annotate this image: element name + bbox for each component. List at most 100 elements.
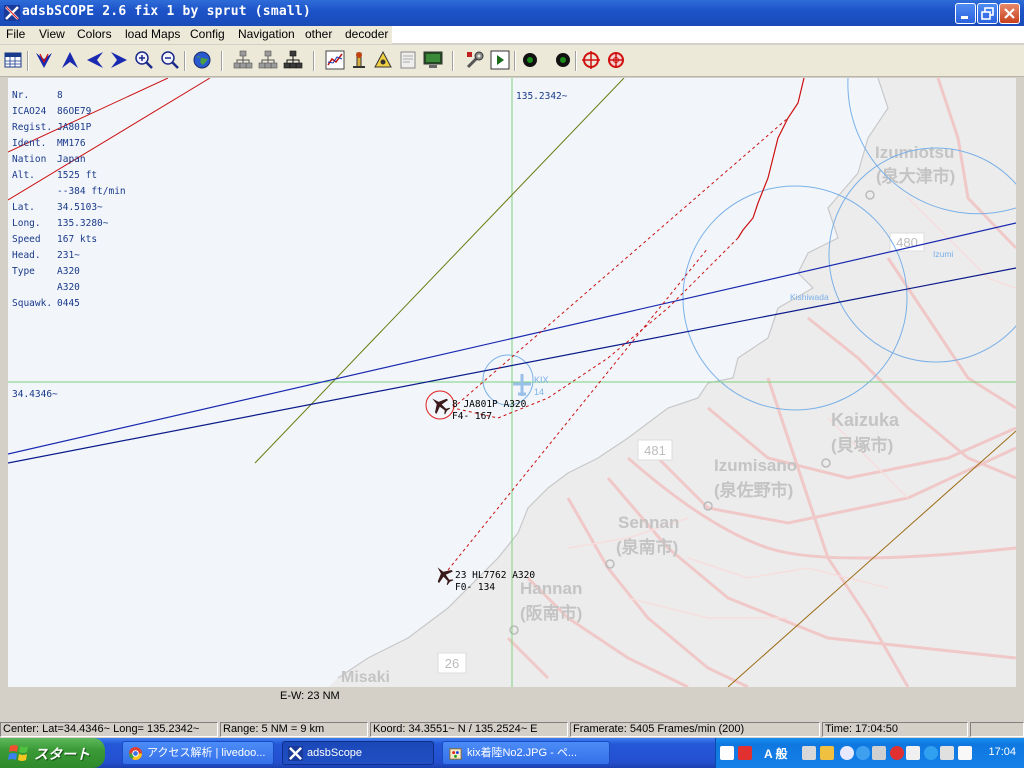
- network-icon: [283, 50, 303, 69]
- minimize-button[interactable]: [955, 3, 976, 24]
- zoom-out-icon: [161, 51, 179, 69]
- info-label: Squawk.: [12, 298, 53, 309]
- menu-other[interactable]: other: [305, 27, 332, 41]
- tray-icon-2[interactable]: [820, 746, 834, 760]
- restore-button[interactable]: [977, 3, 998, 24]
- task-adsbscope-label: adsbScope: [307, 747, 363, 759]
- map-canvas[interactable]: 480 481 26 Izumiotsu (泉大津市) Kaizuka (貝塚市…: [8, 78, 1016, 687]
- restore-icon: [981, 7, 994, 20]
- radar-button[interactable]: [348, 49, 370, 71]
- tray-icon-6[interactable]: [890, 746, 904, 760]
- info-label: Nation: [12, 154, 47, 165]
- menu-file[interactable]: File: [6, 27, 25, 41]
- arrow-left-icon: [87, 52, 103, 68]
- play-button[interactable]: [489, 49, 511, 71]
- track-aircraft-1-solid: [737, 78, 805, 239]
- network-button-3[interactable]: [282, 49, 304, 71]
- move-right-button[interactable]: [108, 49, 130, 71]
- aircraft-icon: [432, 398, 451, 415]
- table-button[interactable]: [2, 49, 24, 71]
- windows-logo-icon: [8, 745, 28, 761]
- svg-text:14: 14: [534, 387, 544, 397]
- place-sennan: Sennan: [618, 513, 679, 532]
- network-icon: [258, 50, 278, 69]
- table-icon: [4, 52, 22, 68]
- tray-icon-3[interactable]: [840, 746, 854, 760]
- place-hannan-jp: (阪南市): [520, 603, 582, 623]
- tray-icon-8[interactable]: [924, 746, 938, 760]
- aircraft-2-alt: F0- 134: [455, 582, 495, 593]
- alert-button[interactable]: [372, 49, 394, 71]
- zoom-in-button[interactable]: [133, 49, 155, 71]
- info-label: Regist.: [12, 122, 53, 133]
- menu-colors[interactable]: Colors: [77, 27, 112, 41]
- tray-icon-4[interactable]: [856, 746, 870, 760]
- menu-config[interactable]: Config: [190, 27, 225, 41]
- document-button[interactable]: [397, 49, 419, 71]
- tray-icon-9[interactable]: [940, 746, 954, 760]
- status-empty: [970, 722, 1024, 737]
- target-button-1[interactable]: [580, 49, 602, 71]
- task-browser[interactable]: アクセス解析 | livedoo...: [122, 741, 274, 765]
- window-title: adsbSCOPE 2.6 fix 1 by sprut (small): [22, 4, 311, 19]
- place-izumisano: Izumisano: [714, 456, 797, 475]
- move-down-button[interactable]: [33, 49, 55, 71]
- menu-decoder[interactable]: decoder: [345, 27, 388, 41]
- task-adsbscope[interactable]: adsbScope: [282, 741, 434, 765]
- move-up-button[interactable]: [59, 49, 81, 71]
- globe-button[interactable]: [191, 49, 213, 71]
- keyboard-icon[interactable]: [720, 746, 734, 760]
- scale-label: E-W: 23 NM: [280, 690, 340, 702]
- network-button-2[interactable]: [257, 49, 279, 71]
- record-icon: [523, 53, 537, 67]
- zoom-out-button[interactable]: [159, 49, 181, 71]
- route-shield-481: 481: [637, 439, 673, 461]
- target-icon: [582, 51, 600, 69]
- info-value: 1525 ft: [57, 170, 98, 181]
- settings-button[interactable]: [464, 49, 486, 71]
- svg-text:26: 26: [445, 656, 459, 671]
- info-value: --384 ft/min: [57, 186, 126, 197]
- place-izumisano-jp: (泉佐野市): [714, 480, 793, 500]
- status-range: Range: 5 NM = 9 km: [220, 722, 368, 737]
- info-value: A320: [57, 282, 80, 293]
- arrow-down-icon: [36, 53, 52, 68]
- record-button-2[interactable]: [552, 49, 574, 71]
- place-izumiotsu-jp: (泉大津市): [876, 166, 955, 186]
- place-kaizuka: Kaizuka: [831, 410, 900, 430]
- menu-navigation[interactable]: Navigation: [238, 27, 295, 41]
- aircraft-2-label: 23 HL7762 A320: [455, 570, 535, 581]
- place-misaki: Misaki: [341, 669, 390, 686]
- menu-view[interactable]: View: [39, 27, 65, 41]
- app-window: adsbSCOPE 2.6 fix 1 by sprut (small) Fil…: [0, 0, 1024, 738]
- close-button[interactable]: [999, 3, 1020, 24]
- info-label: Speed: [12, 234, 41, 245]
- menu-load-maps[interactable]: load Maps: [125, 27, 180, 41]
- taskbar: スタート アクセス解析 | livedoo... adsbScope kix着陸…: [0, 738, 1024, 768]
- ime-icon[interactable]: [738, 746, 752, 760]
- clock[interactable]: 17:04: [988, 746, 1016, 758]
- start-button[interactable]: スタート: [0, 738, 105, 768]
- ime-mode[interactable]: A 般: [764, 745, 788, 762]
- info-label: Lat.: [12, 202, 35, 213]
- network-button-1[interactable]: [232, 49, 254, 71]
- info-value: 0445: [57, 298, 80, 309]
- tray-icon-1[interactable]: [802, 746, 816, 760]
- tray-icon-7[interactable]: [906, 746, 920, 760]
- place-hannan: Hannan: [520, 579, 582, 598]
- title-bar[interactable]: adsbSCOPE 2.6 fix 1 by sprut (small): [0, 0, 1024, 26]
- info-label: Alt.: [12, 170, 35, 181]
- app-icon: [4, 5, 20, 21]
- move-left-button[interactable]: [84, 49, 106, 71]
- target-button-2[interactable]: [605, 49, 627, 71]
- map-svg[interactable]: 480 481 26 Izumiotsu (泉大津市) Kaizuka (貝塚市…: [8, 78, 1016, 687]
- place-izumi: Izumi: [933, 249, 953, 259]
- chart-button[interactable]: [324, 49, 346, 71]
- tray-icon-10[interactable]: [958, 746, 972, 760]
- svg-text:481: 481: [644, 443, 666, 458]
- aircraft-1-label: 8 JA801P A320: [452, 399, 527, 410]
- monitor-button[interactable]: [422, 49, 444, 71]
- tray-icon-5[interactable]: [872, 746, 886, 760]
- task-paint[interactable]: kix着陸No2.JPG - ペ...: [442, 741, 610, 765]
- record-button-1[interactable]: [519, 49, 541, 71]
